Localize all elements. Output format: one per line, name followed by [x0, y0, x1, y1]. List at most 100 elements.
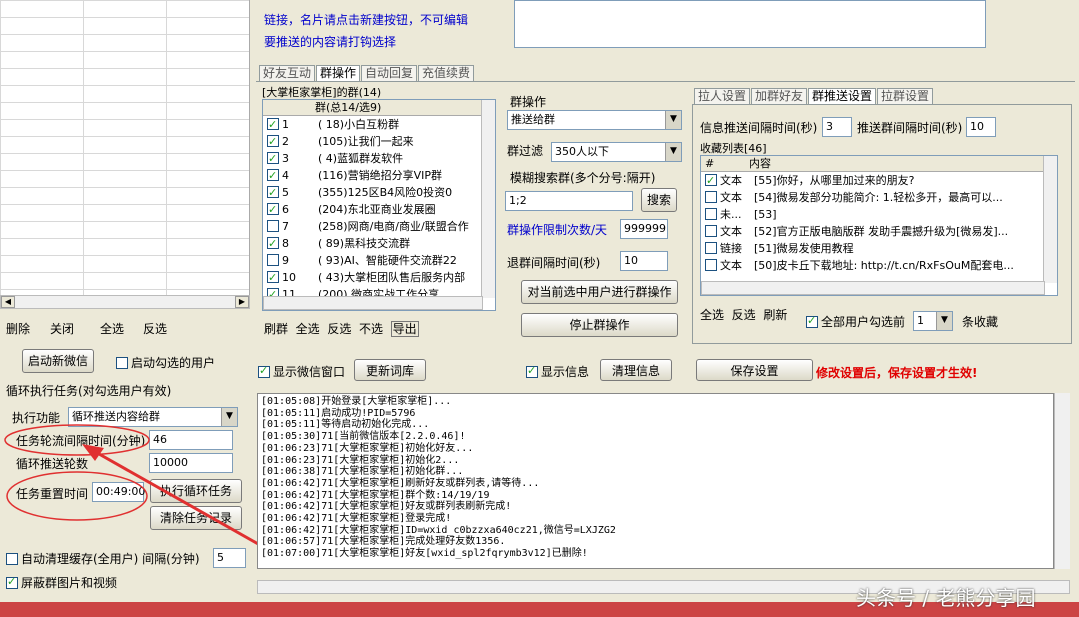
checkbox-icon[interactable] — [705, 242, 717, 254]
group-op-select[interactable]: 推送给群 ▼ — [507, 110, 682, 130]
checkbox-icon[interactable] — [705, 208, 717, 220]
checkbox-icon[interactable] — [267, 220, 279, 232]
invert-groups-link[interactable]: 反选 — [327, 322, 351, 336]
checkbox-icon[interactable] — [267, 150, 279, 167]
checkbox-icon[interactable] — [705, 259, 717, 271]
group-name: ( 18)小白互粉群 — [318, 118, 400, 131]
refresh-groups-link[interactable]: 刷群 — [264, 322, 288, 336]
chevron-down-icon[interactable]: ▼ — [665, 143, 681, 161]
stop-group-op-button[interactable]: 停止群操作 — [521, 313, 678, 337]
group-actions: 刷群 全选 反选 不选 导出 — [264, 320, 419, 337]
tab-friend-interaction[interactable]: 好友互动 — [259, 65, 316, 81]
apply-group-op-button[interactable]: 对当前选中用户进行群操作 — [521, 280, 678, 304]
group-row[interactable]: 4 (116)营销绝招分享VIP群 — [263, 167, 495, 184]
checkbox-icon[interactable] — [267, 167, 279, 184]
group-name: ( 89)黑科技交流群 — [318, 237, 411, 250]
exit-interval-input[interactable]: 10 — [620, 251, 668, 271]
checkbox-icon[interactable] — [267, 201, 279, 218]
tab-auto-reply[interactable]: 自动回复 — [361, 65, 418, 81]
group-list-title: [大掌柜家掌柜]的群(14) — [262, 86, 382, 99]
limit-input[interactable]: 999999 — [620, 219, 668, 239]
log-line: [01:05:08]开始登录[大掌柜家掌柜]... — [261, 396, 452, 407]
group-row[interactable]: 8 ( 89)黑科技交流群 — [263, 235, 495, 252]
group-row[interactable]: 7 (258)网商/电商/商业/联盟合作 — [263, 218, 495, 235]
group-list[interactable]: 群(总14/选9) 1 ( 18)小白互粉群 2 (105)让我们一起来 3 ( 4)蓝狐… — [262, 99, 496, 311]
favorites-hscroll[interactable] — [701, 281, 1045, 295]
favorite-row[interactable]: 未... [53] — [701, 206, 1057, 223]
content-editor[interactable] — [514, 0, 986, 48]
select-none-link[interactable]: 不选 — [359, 322, 383, 336]
group-row[interactable]: 2 (105)让我们一起来 — [263, 133, 495, 150]
checkbox-icon[interactable] — [267, 254, 279, 266]
favorites-list[interactable]: # 内容 文本 [55]你好，从哪里加过来的朋友? 文本 [54]微易发部分功能简介: … — [700, 155, 1058, 296]
favorite-type: 文本 — [720, 259, 742, 272]
favorite-row[interactable]: 文本 [52]官方正版电脑版群 发助手震撼升级为[微易发]... — [701, 223, 1057, 240]
export-groups-link[interactable]: 导出 — [390, 321, 419, 337]
group-row[interactable]: 9 ( 93)AI、智能硬件交流群22 — [263, 252, 495, 269]
log-line: [01:05:30]71[当前微信版本[2.2.0.46]! — [261, 431, 466, 443]
main-tabs: 好友互动 群操作 自动回复 充值续费 — [259, 65, 475, 81]
group-interval-input[interactable]: 10 — [966, 117, 996, 137]
log-vscroll[interactable] — [1054, 393, 1070, 569]
fav-refresh-link[interactable]: 刷新 — [763, 308, 787, 322]
group-row[interactable]: 1 ( 18)小白互粉群 — [263, 116, 495, 133]
group-row[interactable]: 6 (204)东北亚商业发展圈 — [263, 201, 495, 218]
favorite-type: 文本 — [720, 225, 742, 238]
group-index: 10 — [282, 271, 296, 284]
log-output[interactable]: [01:05:08]开始登录[大掌柜家掌柜]... [01:05:11]启动成功!… — [257, 393, 1054, 569]
log-line: [01:06:42]71[大掌柜家掌柜]登录完成! — [261, 513, 452, 525]
refresh-dict-button[interactable]: 更新词库 — [354, 359, 426, 381]
group-index: 6 — [282, 203, 289, 216]
fav-count-suffix: 条收藏 — [962, 315, 999, 329]
checkbox-icon[interactable] — [705, 172, 717, 189]
checkbox-icon[interactable] — [267, 184, 279, 201]
checkbox-icon[interactable] — [705, 225, 717, 237]
fuzzy-input[interactable]: 1;2 — [505, 191, 633, 211]
clear-info-button[interactable]: 清理信息 — [600, 359, 672, 381]
save-settings-button[interactable]: 保存设置 — [696, 359, 813, 381]
chevron-down-icon[interactable]: ▼ — [665, 111, 681, 129]
tab-add-group-friends[interactable]: 加群好友 — [751, 88, 808, 104]
favorite-row[interactable]: 文本 [54]微易发部分功能简介: 1.轻松多开，最高可以... — [701, 189, 1057, 206]
all-users-checkbox[interactable]: 全部用户勾选前 — [806, 313, 905, 330]
select-all-groups-link[interactable]: 全选 — [296, 322, 320, 336]
checkbox-icon[interactable] — [267, 235, 279, 252]
arrow-head-icon — [82, 444, 104, 461]
fav-count-select[interactable]: 1 ▼ — [913, 311, 953, 331]
tab-recharge[interactable]: 充值续费 — [418, 65, 475, 81]
group-name: (105)让我们一起来 — [318, 135, 414, 148]
fav-invert-link[interactable]: 反选 — [732, 308, 756, 322]
tab-pull-group[interactable]: 拉群设置 — [877, 88, 934, 104]
checkbox-icon[interactable] — [267, 269, 279, 286]
group-row[interactable]: 5 (355)125区B4风险0投资0 — [263, 184, 495, 201]
group-row[interactable]: 10 ( 43)大掌柜团队售后服务内部 — [263, 269, 495, 286]
favorite-row[interactable]: 文本 [55]你好，从哪里加过来的朋友? — [701, 172, 1057, 189]
group-row[interactable]: 3 ( 4)蓝狐群发软件 — [263, 150, 495, 167]
push-interval-input[interactable]: 3 — [822, 117, 852, 137]
chevron-down-icon[interactable]: ▼ — [936, 312, 952, 330]
group-list-hscroll[interactable] — [263, 296, 483, 310]
hint-line-2: 要推送的内容请打钩选择 — [264, 35, 397, 49]
group-name: (116)营销绝招分享VIP群 — [318, 169, 442, 182]
tab-group-ops[interactable]: 群操作 — [316, 65, 361, 81]
checkbox-icon[interactable] — [267, 116, 279, 133]
favorite-text: [51]微易发使用教程 — [754, 242, 854, 255]
show-info-checkbox[interactable]: 显示信息 — [526, 363, 589, 380]
filter-select[interactable]: 350人以下 ▼ — [551, 142, 682, 162]
checkbox-icon[interactable] — [705, 191, 717, 203]
favorites-vscroll[interactable] — [1043, 156, 1057, 283]
favorite-row[interactable]: 链接 [51]微易发使用教程 — [701, 240, 1057, 257]
fav-select-all-link[interactable]: 全选 — [700, 308, 724, 322]
favorite-row[interactable]: 文本 [50]皮卡丘下载地址: http://t.cn/RxFsOuM配套电... — [701, 257, 1057, 274]
show-wechat-checkbox[interactable]: 显示微信窗口 — [258, 363, 345, 380]
tab-divider — [256, 81, 1075, 82]
search-button[interactable]: 搜索 — [641, 188, 677, 212]
tab-pull-people[interactable]: 拉人设置 — [694, 88, 751, 104]
group-list-vscroll[interactable] — [481, 100, 495, 298]
log-line: [01:07:00]71[大掌柜家掌柜]好友[wxid_spl2fqrymb3v… — [261, 548, 588, 560]
right-tabs: 拉人设置 加群好友 群推送设置 拉群设置 — [694, 88, 934, 104]
favorite-text: [54]微易发部分功能简介: 1.轻松多开，最高可以... — [754, 191, 1003, 204]
tab-group-push[interactable]: 群推送设置 — [808, 88, 877, 104]
checkbox-icon[interactable] — [267, 133, 279, 150]
group-index: 4 — [282, 169, 289, 182]
